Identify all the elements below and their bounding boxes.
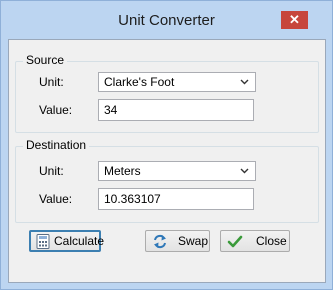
- calculate-button[interactable]: Calculate: [29, 230, 105, 252]
- destination-unit-value: Meters: [104, 164, 141, 178]
- destination-value-text: 10.363107: [104, 192, 161, 206]
- chevron-down-icon: [240, 73, 249, 98]
- source-unit-label: Unit:: [39, 75, 64, 89]
- source-value-label: Value:: [39, 103, 73, 117]
- unit-converter-window: Unit Converter ✕ Source Unit: Clarke's F…: [0, 0, 333, 290]
- destination-value-input[interactable]: 10.363107: [98, 188, 254, 210]
- source-value-text: 34: [104, 103, 118, 117]
- calculator-icon: [36, 234, 52, 249]
- destination-unit-label: Unit:: [39, 164, 64, 178]
- swap-arrows-icon: [152, 234, 168, 249]
- close-button[interactable]: Close: [220, 230, 290, 252]
- calculate-button-label: Calculate: [54, 234, 105, 248]
- destination-value-label: Value:: [39, 192, 73, 206]
- title-bar[interactable]: Unit Converter ✕: [1, 1, 332, 31]
- close-button-label: Close: [256, 234, 287, 248]
- source-group-label: Source: [23, 53, 68, 67]
- dialog-client-area: Source Unit: Clarke's Foot Value: 34 Des…: [8, 39, 326, 283]
- destination-unit-select[interactable]: Meters: [98, 161, 256, 181]
- swap-button-label: Swap: [178, 234, 209, 248]
- source-value-input[interactable]: 34: [98, 99, 254, 121]
- source-group: Source Unit: Clarke's Foot Value: 34: [15, 53, 319, 133]
- source-unit-value: Clarke's Foot: [104, 75, 175, 89]
- swap-button[interactable]: Swap: [145, 230, 210, 252]
- destination-group: Destination Unit: Meters Value: 10.36310…: [15, 138, 319, 223]
- checkmark-icon: [227, 234, 243, 249]
- source-unit-select[interactable]: Clarke's Foot: [98, 72, 256, 92]
- window-close-button[interactable]: ✕: [281, 11, 308, 29]
- destination-group-label: Destination: [23, 138, 90, 152]
- close-icon: ✕: [289, 12, 300, 27]
- chevron-down-icon: [240, 162, 249, 187]
